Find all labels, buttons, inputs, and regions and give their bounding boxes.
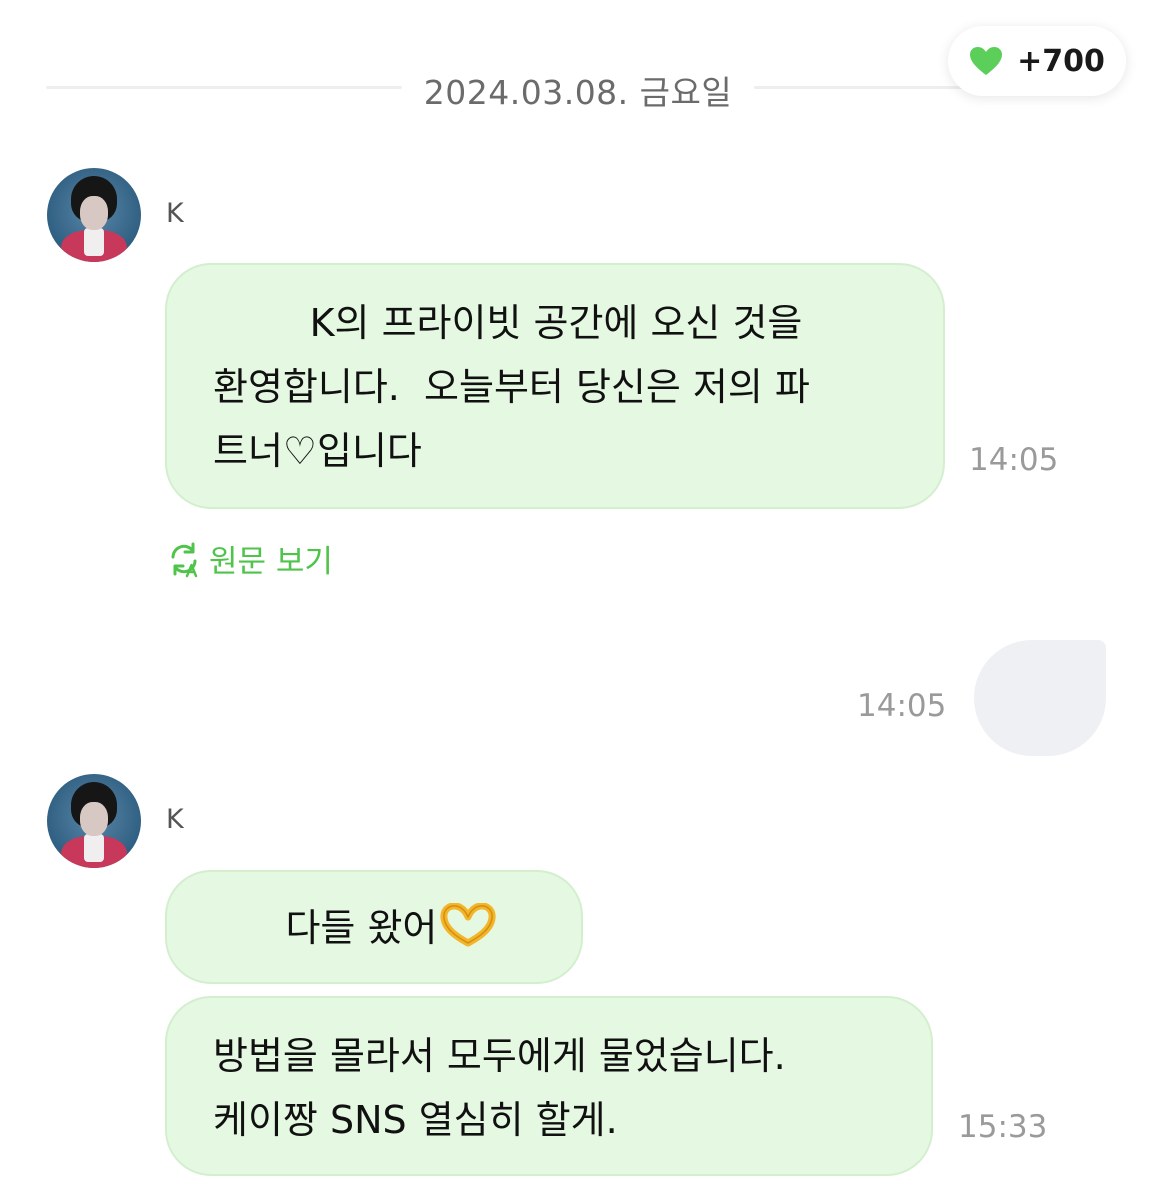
heart-points-badge[interactable]: +700 — [948, 26, 1126, 96]
view-original-button[interactable]: 원문 보기 — [165, 536, 333, 581]
message-line: 환영합니다. 오늘부터 당신은 저의 파 — [213, 365, 810, 409]
message-line: 다들 왔어 — [213, 896, 551, 960]
message-bubble[interactable]: K의 프라이빗 공간에 오신 것을 환영합니다. 오늘부터 당신은 저의 파 트… — [165, 263, 945, 509]
message-line: K의 프라이빗 공간에 오신 것을 — [213, 301, 803, 345]
message-time: 15:33 — [958, 1109, 1048, 1145]
message-line: 방법을 몰라서 모두에게 물었습니다. — [213, 1034, 786, 1078]
sender-name: K — [166, 198, 184, 229]
message-time: 14:05 — [857, 688, 947, 724]
translate-icon — [171, 542, 198, 577]
message-line: 트너♡입니다 — [213, 429, 422, 473]
message-line: 케이짱 SNS 열심히 할게. — [213, 1098, 618, 1142]
sender-avatar[interactable] — [47, 774, 141, 868]
date-divider-left — [46, 86, 402, 89]
heart-hands-emoji — [440, 903, 496, 947]
view-original-label: 원문 보기 — [209, 544, 333, 580]
green-heart-icon — [970, 47, 1003, 75]
sender-avatar[interactable] — [47, 168, 141, 262]
message-bubble[interactable]: 방법을 몰라서 모두에게 물었습니다. 케이짱 SNS 열심히 할게. — [165, 996, 933, 1176]
date-separator: 2024.03.08. 금요일 — [423, 73, 733, 112]
message-bubble[interactable]: 다들 왔어 — [165, 870, 583, 984]
message-time: 14:05 — [969, 442, 1059, 478]
outgoing-message-bubble[interactable] — [974, 640, 1106, 756]
sender-name: K — [166, 804, 184, 835]
points-value: +700 — [1017, 43, 1105, 79]
